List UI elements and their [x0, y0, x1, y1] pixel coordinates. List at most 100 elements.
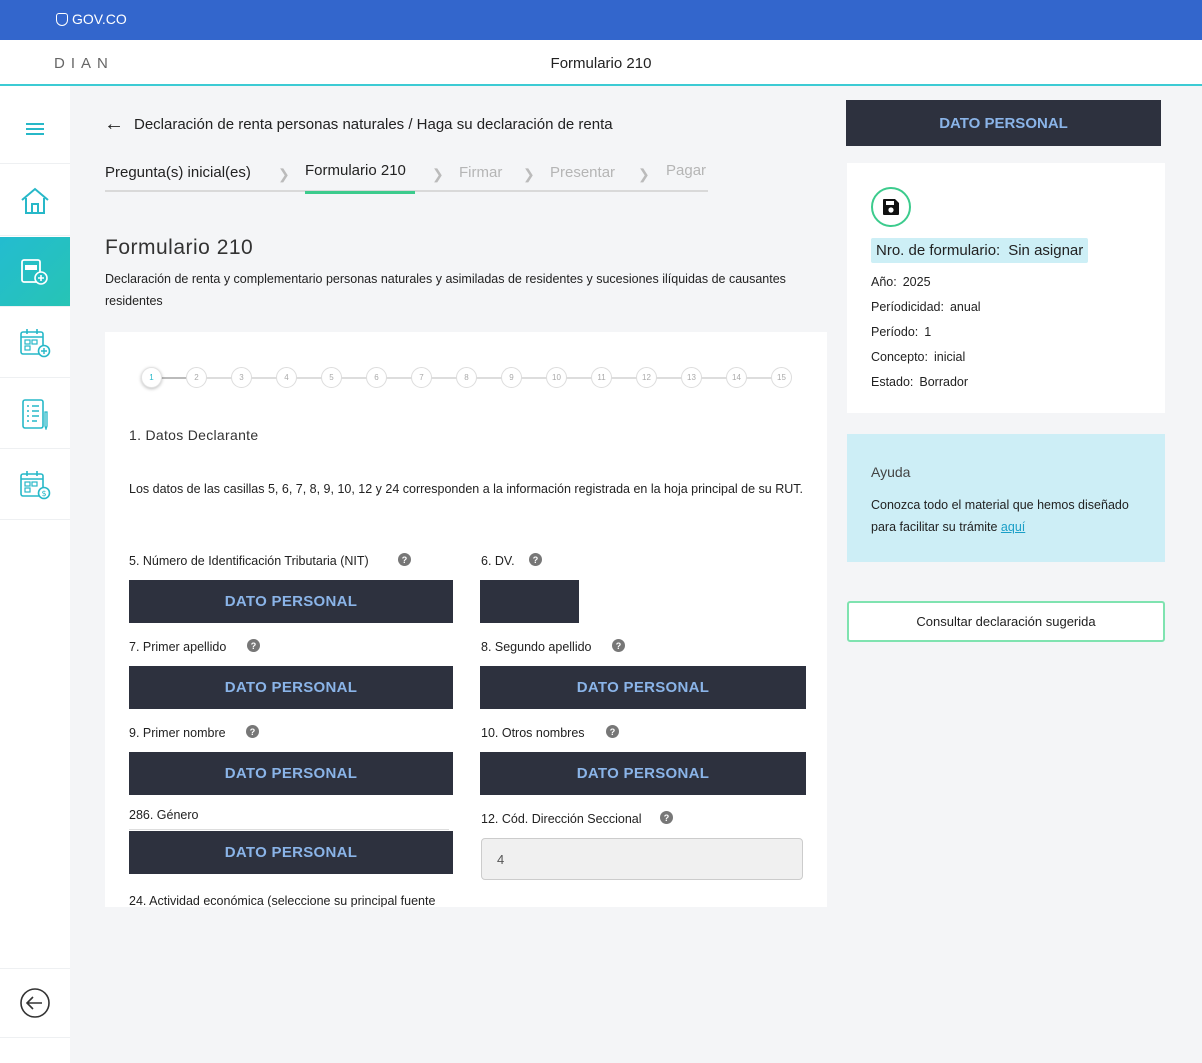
sidebar-item-calendar-add[interactable] — [0, 308, 70, 378]
process-steps: Pregunta(s) inicial(es) ❯ Formulario 210… — [105, 160, 708, 194]
otros-nombres-label: 10. Otros nombres — [481, 726, 585, 740]
cod-seccional-input[interactable]: 4 — [481, 838, 803, 880]
stepper-dot-5[interactable]: 5 — [321, 367, 342, 388]
save-button[interactable] — [871, 187, 911, 227]
help-title: Ayuda — [871, 464, 911, 480]
breadcrumb: ← Declaración de renta personas naturale… — [104, 113, 613, 136]
colombia-seal-icon — [56, 12, 68, 26]
dv-help-icon[interactable]: ? — [529, 553, 542, 566]
sidebar: $ — [0, 86, 70, 1063]
stepper-dot-13[interactable]: 13 — [681, 367, 702, 388]
sidebar-item-home[interactable] — [0, 166, 70, 236]
info-label: Año: — [871, 275, 897, 289]
help-card: Ayuda Conozca todo el material que hemos… — [847, 434, 1165, 562]
form-number-label: Nro. de formulario: — [876, 242, 1001, 259]
cod-seccional-label-text: 12. Cód. Dirección Seccional — [481, 812, 642, 826]
consultar-declaracion-sugerida-button[interactable]: Consultar declaración sugerida — [847, 601, 1165, 642]
info-row-periodicidad: Períodicidad: anual — [871, 300, 981, 314]
primer-apellido-label-text: 7. Primer apellido — [129, 640, 227, 654]
step-pagar: Pagar — [666, 162, 707, 179]
stepper-dot-10[interactable]: 10 — [546, 367, 567, 388]
genero-label-text: 286. Género — [129, 808, 199, 822]
personal-data-banner: DATO PERSONAL — [846, 100, 1161, 146]
sidebar-item-checklist[interactable] — [0, 379, 70, 449]
sidebar-item-calendar-payment[interactable]: $ — [0, 450, 70, 520]
genero-select-underline — [129, 829, 449, 830]
stepper-dot-4[interactable]: 4 — [276, 367, 297, 388]
otros-nombres-help-icon[interactable]: ? — [606, 725, 619, 738]
form-card: 1 2 3 4 5 6 7 8 9 10 11 12 13 14 15 1. Datos Declarant… — [105, 332, 827, 907]
segundo-apellido-label-text: 8. Segundo apellido — [481, 640, 592, 654]
sidebar-collapse-button[interactable] — [0, 968, 70, 1038]
sidebar-item-formulario-210[interactable] — [0, 237, 70, 307]
stepper-dot-9[interactable]: 9 — [501, 367, 522, 388]
stepper-dot-11[interactable]: 11 — [591, 367, 612, 388]
primer-nombre-help-icon[interactable]: ? — [246, 725, 259, 738]
step-presentar: Presentar — [550, 164, 616, 181]
nit-help-icon[interactable]: ? — [398, 553, 411, 566]
form-210-add-icon — [21, 258, 48, 285]
back-arrow-icon[interactable]: ← — [104, 113, 124, 136]
step-preguntas-iniciales[interactable]: Pregunta(s) inicial(es) — [105, 164, 251, 181]
gov-co-bar: GOV.CO — [0, 0, 1202, 40]
stepper-dot-7[interactable]: 7 — [411, 367, 432, 388]
primer-nombre-field[interactable]: DATO PERSONAL — [129, 752, 453, 795]
sidebar-menu-button[interactable] — [0, 94, 70, 164]
back-circle-icon — [20, 988, 50, 1018]
stepper-dot-14[interactable]: 14 — [726, 367, 747, 388]
info-label: Períodicidad: — [871, 300, 944, 314]
gov-co-logo-text: GOV.CO — [72, 11, 127, 27]
form-section-stepper: 1 2 3 4 5 6 7 8 9 10 11 12 13 14 15 — [141, 367, 795, 389]
form-number-value: Sin asignar — [1008, 242, 1084, 259]
stepper-dot-12[interactable]: 12 — [636, 367, 657, 388]
chevron-right-icon: ❯ — [523, 166, 535, 182]
dv-label-text: 6. DV. — [481, 554, 515, 568]
chevron-right-icon: ❯ — [638, 166, 650, 182]
info-row-estado: Estado: Borrador — [871, 375, 968, 389]
info-label: Período: — [871, 325, 919, 339]
help-link[interactable]: aquí — [1001, 520, 1025, 534]
primer-apellido-field[interactable]: DATO PERSONAL — [129, 666, 453, 709]
dv-field[interactable] — [480, 580, 579, 623]
help-text: Conozca todo el material que hemos diseñ… — [871, 494, 1141, 538]
info-label: Estado: — [871, 375, 914, 389]
segundo-apellido-field[interactable]: DATO PERSONAL — [480, 666, 806, 709]
home-icon — [21, 187, 49, 214]
menu-icon — [26, 122, 44, 135]
save-icon — [883, 199, 899, 215]
actividad-economica-label-text: 24. Actividad económica (seleccione su p… — [129, 894, 436, 907]
breadcrumb-text: Declaración de renta personas naturales … — [134, 116, 613, 133]
stepper-dot-15[interactable]: 15 — [771, 367, 792, 388]
section-title: 1. Datos Declarante — [129, 427, 259, 443]
stepper-dot-3[interactable]: 3 — [231, 367, 252, 388]
info-value: inicial — [933, 350, 966, 364]
primer-nombre-label-text: 9. Primer nombre — [129, 726, 226, 740]
svg-text:$: $ — [41, 489, 46, 498]
info-value: anual — [949, 300, 981, 314]
gov-co-logo[interactable]: GOV.CO — [56, 11, 127, 27]
chevron-right-icon: ❯ — [278, 166, 290, 182]
cod-seccional-label: 12. Cód. Dirección Seccional — [481, 812, 642, 826]
genero-select[interactable]: DATO PERSONAL — [129, 831, 453, 874]
info-value: 2025 — [902, 275, 931, 289]
help-text-body: Conozca todo el material que hemos diseñ… — [871, 498, 1129, 534]
nit-label: 5. Número de Identificación Tributaria (… — [129, 554, 369, 568]
otros-nombres-label-text: 10. Otros nombres — [481, 726, 585, 740]
primer-apellido-help-icon[interactable]: ? — [247, 639, 260, 652]
stepper-dot-1[interactable]: 1 — [141, 367, 162, 388]
primer-apellido-label: 7. Primer apellido — [129, 640, 226, 654]
stepper-dot-2[interactable]: 2 — [186, 367, 207, 388]
info-row-periodo: Período: 1 — [871, 325, 931, 339]
cod-seccional-help-icon[interactable]: ? — [660, 811, 673, 824]
info-row-concepto: Concepto: inicial — [871, 350, 965, 364]
stepper-dot-8[interactable]: 8 — [456, 367, 477, 388]
stepper-dot-6[interactable]: 6 — [366, 367, 387, 388]
step-formulario-210[interactable]: Formulario 210 — [305, 162, 406, 179]
page-title: Formulario 210 — [105, 236, 254, 259]
otros-nombres-field[interactable]: DATO PERSONAL — [480, 752, 806, 795]
info-label: Concepto: — [871, 350, 928, 364]
segundo-apellido-help-icon[interactable]: ? — [612, 639, 625, 652]
nit-field[interactable]: DATO PERSONAL — [129, 580, 453, 623]
genero-label: 286. Género — [129, 808, 199, 822]
info-row-ano: Año: 2025 — [871, 275, 931, 289]
